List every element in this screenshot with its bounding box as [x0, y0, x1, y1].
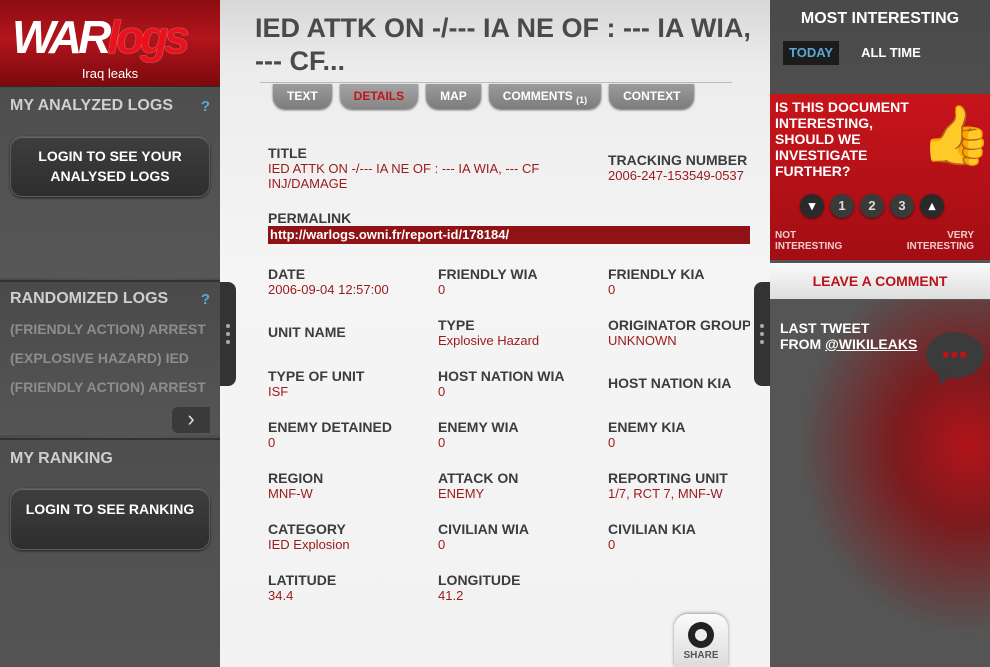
speech-bubble-icon: ••• [926, 332, 984, 378]
logo-block[interactable]: WARlogs Iraq leaks [0, 0, 220, 87]
thumbs-up-small-icon[interactable]: ▴ [920, 194, 944, 218]
interest-vote-panel: IS THIS DOCUMENT INTERESTING, SHOULD WE … [770, 94, 990, 260]
tab-all-time[interactable]: ALL TIME [855, 41, 927, 65]
left-sidebar: WARlogs Iraq leaks MY ANALYZED LOGS ? LO… [0, 0, 220, 667]
field-latitude: LATITUDE 34.4 [268, 572, 337, 603]
random-log-item[interactable]: (FRIENDLY ACTION) ARREST [10, 321, 206, 337]
field-enemy-kia: ENEMY KIA 0 [608, 419, 686, 450]
field-unit-name: UNIT NAME [268, 324, 346, 340]
field-enemy-detained: ENEMY DETAINED 0 [268, 419, 392, 450]
not-interesting-label: NOT INTERESTING [775, 230, 843, 252]
vote-3-button[interactable]: 3 [890, 194, 914, 218]
field-value: IED ATTK ON -/--- IA NE OF : --- IA WIA,… [268, 161, 540, 191]
field-friendly-wia: FRIENDLY WIA 0 [438, 266, 538, 297]
document-tabs: TEXT DETAILS MAP COMMENTS (1) CONTEXT [273, 84, 695, 110]
field-type: TYPE Explosive Hazard [438, 317, 540, 348]
right-panel-handle[interactable] [754, 282, 770, 386]
login-analyzed-button[interactable]: LOGIN TO SEE YOUR ANALYSED LOGS [10, 136, 210, 197]
field-tracking-number: TRACKING NUMBER 2006-247-153549-0537 [608, 152, 768, 183]
chevron-right-icon[interactable]: › [172, 407, 210, 433]
last-tweet-heading: LAST TWEET FROM @WIKILEAKS [780, 320, 918, 352]
share-button[interactable]: SHARE [674, 614, 728, 667]
share-label: SHARE [683, 650, 719, 661]
field-title: TITLE IED ATTK ON -/--- IA NE OF : --- I… [268, 145, 568, 191]
vote-row: ▾ 1 2 3 ▴ [800, 194, 944, 218]
vote-1-button[interactable]: 1 [830, 194, 854, 218]
help-icon[interactable]: ? [201, 291, 210, 308]
tab-context[interactable]: CONTEXT [609, 84, 695, 109]
tab-details[interactable]: DETAILS [339, 84, 419, 109]
leave-comment-button[interactable]: LEAVE A COMMENT [770, 263, 990, 299]
field-civilian-wia: CIVILIAN WIA 0 [438, 521, 529, 552]
field-category: CATEGORY IED Explosion [268, 521, 350, 552]
field-attack-on: ATTACK ON ENEMY [438, 470, 519, 501]
interest-question: IS THIS DOCUMENT INTERESTING, SHOULD WE … [775, 99, 909, 179]
wikileaks-link[interactable]: @WIKILEAKS [825, 336, 917, 352]
field-label: PERMALINK [268, 210, 352, 226]
tab-comments[interactable]: COMMENTS (1) [488, 84, 602, 109]
my-ranking-heading: MY RANKING [10, 450, 113, 467]
field-value: 2006-247-153549-0537 [608, 168, 744, 183]
thumbs-down-icon[interactable]: ▾ [800, 194, 824, 218]
share-icon [688, 622, 714, 648]
randomized-logs-heading: RANDOMIZED LOGS [10, 290, 169, 307]
random-log-item[interactable]: (EXPLOSIVE HAZARD) IED [10, 350, 189, 366]
main-content: IED ATTK ON -/--- IA NE OF : --- IA WIA,… [220, 0, 770, 667]
my-analyzed-logs-panel: MY ANALYZED LOGS ? LOGIN TO SEE YOUR ANA… [0, 88, 220, 278]
field-label: TRACKING NUMBER [608, 152, 748, 168]
login-ranking-button[interactable]: LOGIN TO SEE RANKING [10, 488, 210, 550]
thumbs-up-icon: 👍 [920, 103, 990, 168]
my-analyzed-logs-heading: MY ANALYZED LOGS [10, 97, 173, 114]
warlogs-logo[interactable]: WARlogs [12, 14, 190, 60]
field-enemy-wia: ENEMY WIA 0 [438, 419, 519, 450]
field-region: REGION MNF-W [268, 470, 324, 501]
field-type-of-unit: TYPE OF UNIT ISF [268, 368, 365, 399]
tab-map[interactable]: MAP [426, 84, 481, 109]
random-log-item[interactable]: (FRIENDLY ACTION) ARREST [10, 379, 206, 395]
help-icon[interactable]: ? [201, 98, 210, 115]
vote-2-button[interactable]: 2 [860, 194, 884, 218]
my-ranking-panel: MY RANKING LOGIN TO SEE RANKING [0, 438, 220, 667]
randomized-logs-panel: RANDOMIZED LOGS ? (FRIENDLY ACTION) ARRE… [0, 280, 220, 435]
left-panel-handle[interactable] [220, 282, 236, 386]
document-title: IED ATTK ON -/--- IA NE OF : --- IA WIA,… [255, 13, 751, 76]
field-longitude: LONGITUDE 41.2 [438, 572, 521, 603]
tab-text[interactable]: TEXT [273, 84, 332, 109]
field-civilian-kia: CIVILIAN KIA 0 [608, 521, 696, 552]
field-host-nation-wia: HOST NATION WIA 0 [438, 368, 565, 399]
tab-comments-label: COMMENTS [502, 89, 573, 103]
most-interesting-heading: MOST INTERESTING [800, 10, 960, 27]
field-friendly-kia: FRIENDLY KIA 0 [608, 266, 705, 297]
most-interesting-tabs: TODAY ALL TIME [783, 41, 927, 65]
last-tweet-panel: LAST TWEET FROM @WIKILEAKS ••• [770, 300, 990, 667]
field-host-nation-kia: HOST NATION KIA [608, 375, 732, 391]
comments-count: (1) [576, 95, 588, 105]
permalink-link[interactable]: http://warlogs.owni.fr/report-id/178184/ [268, 226, 750, 244]
right-sidebar: MOST INTERESTING TODAY ALL TIME IS THIS … [770, 0, 990, 667]
field-originator-group: ORIGINATOR GROUP UNKNOWN [608, 317, 750, 348]
tab-today[interactable]: TODAY [783, 41, 840, 65]
very-interesting-label: VERY INTERESTING [906, 230, 974, 252]
field-label: TITLE [268, 145, 307, 161]
field-reporting-unit: REPORTING UNIT 1/7, RCT 7, MNF-W [608, 470, 728, 501]
field-date: DATE 2006-09-04 12:57:00 [268, 266, 389, 297]
logo-subtitle: Iraq leaks [81, 66, 139, 81]
field-permalink: PERMALINK [268, 210, 351, 226]
title-divider [260, 82, 732, 83]
